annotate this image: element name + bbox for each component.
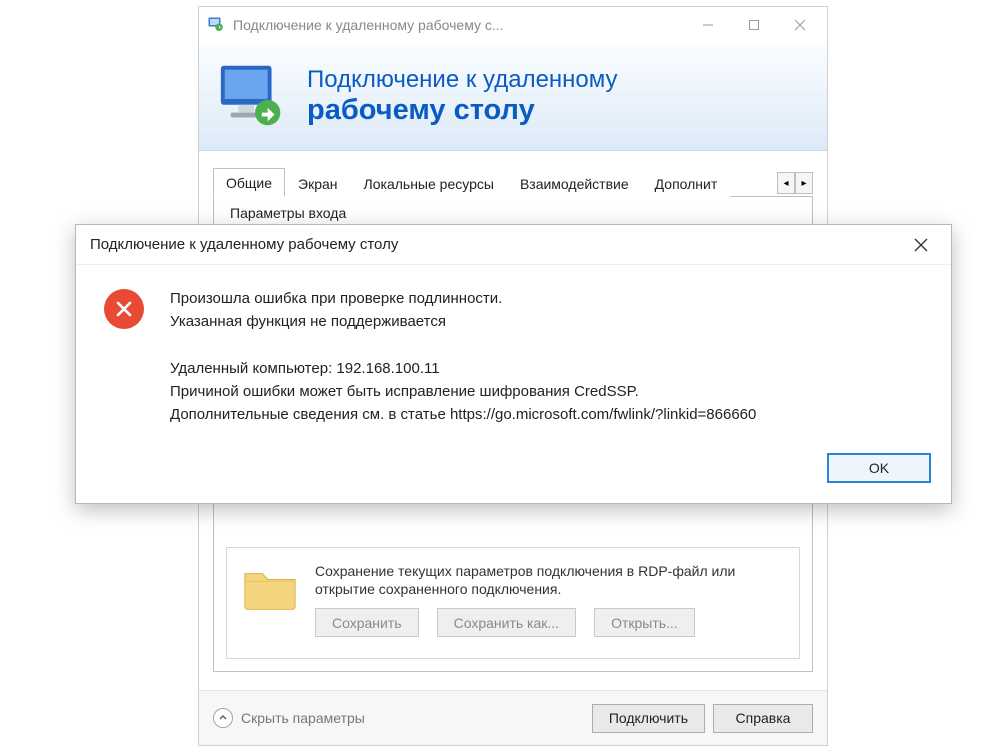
connect-button[interactable]: Подключить xyxy=(592,704,705,733)
collapse-toggle-label[interactable]: Скрыть параметры xyxy=(241,710,365,726)
folder-icon xyxy=(241,564,299,612)
window-title: Подключение к удаленному рабочему с... xyxy=(233,17,685,33)
error-close-button[interactable] xyxy=(899,230,943,260)
login-params-label: Параметры входа xyxy=(226,205,350,221)
save-button[interactable]: Сохранить xyxy=(315,608,419,637)
maximize-button[interactable] xyxy=(731,9,777,41)
banner-line2: рабочему столу xyxy=(307,94,618,127)
open-button[interactable]: Открыть... xyxy=(594,608,695,637)
collapse-toggle-icon[interactable] xyxy=(213,708,233,728)
banner-line1: Подключение к удаленному xyxy=(307,66,618,94)
tab-scroll-left[interactable]: ◂ xyxy=(777,172,795,194)
error-message: Произошла ошибка при проверке подлинност… xyxy=(170,287,756,427)
error-ok-button[interactable]: OK xyxy=(827,453,931,483)
tab-strip: Общие Экран Локальные ресурсы Взаимодейс… xyxy=(213,165,813,197)
tab-display[interactable]: Экран xyxy=(285,169,351,197)
saved-connection-text: Сохранение текущих параметров подключени… xyxy=(315,562,785,598)
bottom-bar: Скрыть параметры Подключить Справка xyxy=(199,690,827,745)
minimize-button[interactable] xyxy=(685,9,731,41)
titlebar[interactable]: Подключение к удаленному рабочему с... xyxy=(199,7,827,43)
error-dialog-titlebar[interactable]: Подключение к удаленному рабочему столу xyxy=(76,225,951,265)
tab-scroll-right[interactable]: ▸ xyxy=(795,172,813,194)
error-dialog: Подключение к удаленному рабочему столу … xyxy=(75,224,952,504)
help-button[interactable]: Справка xyxy=(713,704,813,733)
tab-advanced[interactable]: Дополнит xyxy=(642,169,731,197)
banner: Подключение к удаленному рабочему столу xyxy=(199,43,827,151)
error-icon xyxy=(104,289,144,329)
saved-connection-group: Сохранение текущих параметров подключени… xyxy=(226,547,800,659)
tab-local-resources[interactable]: Локальные ресурсы xyxy=(351,169,507,197)
rdp-banner-icon xyxy=(215,58,293,136)
error-dialog-title: Подключение к удаленному рабочему столу xyxy=(90,236,398,253)
save-as-button[interactable]: Сохранить как... xyxy=(437,608,576,637)
tab-experience[interactable]: Взаимодействие xyxy=(507,169,642,197)
close-button[interactable] xyxy=(777,9,823,41)
rdp-app-icon xyxy=(207,16,225,34)
tab-general[interactable]: Общие xyxy=(213,168,285,197)
